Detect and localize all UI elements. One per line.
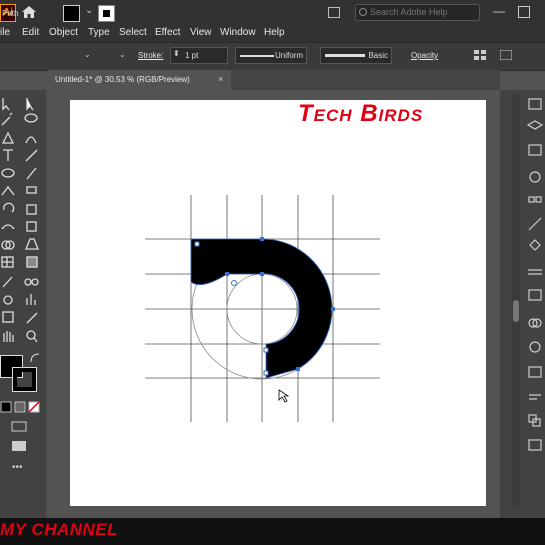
menu-bar: ile Edit Object Type Select Effect View …: [0, 25, 545, 42]
ellipse-tool-icon: [1, 168, 15, 178]
menu-file[interactable]: ile: [0, 27, 10, 38]
menu-select[interactable]: Select: [119, 27, 147, 38]
zoom-tool-icon: [26, 330, 38, 343]
shape-builder-icon: [1, 240, 15, 250]
search-input[interactable]: Search Adobe Help: [355, 4, 480, 21]
shaper-tool-icon: [1, 185, 15, 196]
opacity-label[interactable]: Opacity: [411, 51, 438, 60]
transparency-icon: [528, 318, 542, 328]
selected-path-shape: [190, 238, 333, 379]
selection-type-label: Path: [2, 9, 19, 18]
eraser-icon: [26, 186, 37, 194]
eyedropper-icon: [2, 276, 13, 288]
arrange-documents-icon[interactable]: [328, 7, 340, 18]
construction-grid[interactable]: [140, 190, 385, 425]
stroke-color-box[interactable]: [12, 367, 37, 392]
brushes-icon: [528, 217, 542, 231]
brush-preview-line: [325, 54, 365, 57]
direct-selection-tool-icon: [26, 98, 34, 111]
panel-icons[interactable]: [525, 95, 545, 465]
magic-wand-icon: [1, 112, 13, 126]
menu-view[interactable]: View: [190, 27, 212, 38]
perspective-grid-icon: [25, 238, 39, 250]
align-icon[interactable]: [474, 50, 486, 60]
symbols-icon: [529, 239, 541, 251]
chevron-down-icon[interactable]: ⌄: [85, 5, 93, 16]
search-icon: [359, 8, 367, 16]
align-panel-icon: [529, 394, 541, 400]
chevron-down-icon[interactable]: ⌄: [84, 50, 91, 59]
free-transform-icon: [26, 221, 37, 232]
width-tool-icon: [1, 224, 15, 230]
appearance-icon: [529, 341, 541, 353]
minimize-icon[interactable]: —: [493, 4, 505, 18]
libraries-icon: [528, 144, 542, 156]
line-tool-icon: [25, 149, 38, 162]
hand-tool-icon: [3, 331, 14, 342]
type-tool-icon: [3, 149, 13, 161]
color-icon: [529, 171, 541, 183]
menu-window[interactable]: Window: [220, 27, 256, 38]
blend-tool-icon: [24, 278, 39, 286]
stroke-label[interactable]: Stroke:: [138, 51, 163, 60]
gradient-tool-icon: [26, 256, 38, 268]
banner-text: MY CHANNEL: [0, 520, 119, 539]
gradient-panel-icon: [528, 289, 542, 301]
mouse-cursor-icon: [278, 389, 290, 403]
transform-icon[interactable]: [500, 50, 512, 60]
stepper-icon[interactable]: ⬍: [173, 49, 180, 58]
pathfinder-icon: [528, 414, 541, 427]
transform-panel-icon: [528, 439, 542, 451]
pen-tool-icon: [1, 131, 15, 144]
rotate-tool-icon: [3, 202, 15, 213]
graphic-styles-icon: [528, 366, 542, 378]
menu-object[interactable]: Object: [49, 27, 78, 38]
swap-colors-icon[interactable]: [30, 353, 40, 363]
menu-effect[interactable]: Effect: [155, 27, 180, 38]
document-tab[interactable]: Untitled-1* @ 30.53 % (RGB/Preview): [48, 70, 231, 90]
more-tools-icon[interactable]: •••: [12, 462, 23, 473]
selection-tool-icon: [2, 98, 10, 111]
close-icon[interactable]: ×: [218, 74, 223, 84]
swatches-icon: [528, 196, 542, 203]
curvature-tool-icon: [25, 136, 37, 144]
profile-preview-line: [240, 55, 274, 57]
column-graph-icon: [26, 294, 36, 305]
scale-tool-icon: [26, 204, 37, 215]
stroke-swatch[interactable]: [98, 5, 115, 22]
fill-swatch[interactable]: [63, 5, 80, 22]
menu-edit[interactable]: Edit: [22, 27, 39, 38]
color-mode-icons[interactable]: [0, 400, 44, 414]
properties-icon: [528, 98, 542, 110]
screen-mode-icon[interactable]: [10, 440, 30, 452]
slice-tool-icon: [26, 312, 38, 324]
menu-help[interactable]: Help: [264, 27, 285, 38]
draw-mode-icon[interactable]: [10, 420, 30, 432]
scrollbar-thumb[interactable]: [513, 300, 519, 322]
symbol-sprayer-icon: [3, 295, 13, 305]
chevron-down-icon[interactable]: ⌄: [119, 50, 126, 59]
mesh-tool-icon: [1, 256, 14, 268]
maximize-icon[interactable]: [518, 6, 530, 18]
paintbrush-icon: [26, 167, 37, 180]
layers-icon: [526, 120, 544, 130]
menu-type[interactable]: Type: [88, 27, 110, 38]
artboard-tool-icon: [2, 311, 14, 323]
stroke-panel-icon: [528, 269, 542, 275]
home-icon[interactable]: [21, 5, 37, 19]
lasso-icon: [24, 113, 38, 123]
channel-watermark: Tech Birds: [298, 100, 424, 127]
